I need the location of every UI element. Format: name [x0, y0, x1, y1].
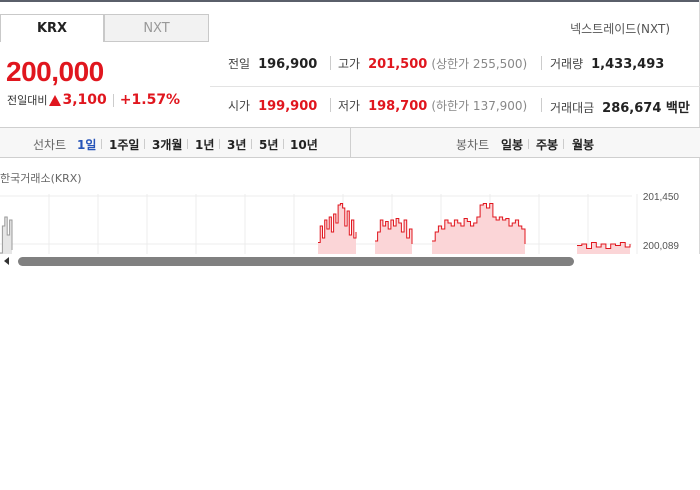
candle-monthly[interactable]: 월봉: [572, 136, 594, 153]
stat-trade-amount: 거래대금 286,674 백만: [550, 97, 690, 116]
top-border: [0, 0, 700, 2]
divider: [528, 139, 529, 149]
period-1w[interactable]: 1주일: [109, 136, 139, 153]
tab-krx[interactable]: KRX: [0, 14, 104, 42]
divider: [219, 139, 220, 149]
y-tick-label-high: 201,450: [643, 192, 680, 203]
line-chart-label: 선차트: [33, 138, 67, 152]
period-5y[interactable]: 5년: [259, 136, 278, 153]
stat-label: 거래량: [550, 57, 584, 71]
divider: [187, 139, 188, 149]
change-percent: +1.57%: [119, 92, 181, 108]
stat-value: 1,433,493: [591, 57, 665, 72]
stat-label: 거래대금: [550, 101, 595, 115]
left-spike-fill: [0, 217, 12, 256]
divider: [563, 139, 564, 149]
change-label: 전일대비: [7, 94, 48, 107]
period-3y[interactable]: 3년: [227, 136, 246, 153]
intraday-chart: 201,450 200,089: [0, 186, 700, 256]
up-triangle-icon: [49, 94, 62, 106]
chart-svg: 201,450 200,089: [0, 192, 680, 256]
divider: [101, 139, 102, 149]
candle-weekly[interactable]: 주봉: [536, 136, 558, 153]
candle-chart-label: 봉차트: [456, 138, 490, 152]
stat-value: 198,700: [368, 99, 428, 114]
stat-note: (하한가 137,900): [431, 99, 528, 113]
price-segment-2-fill: [432, 203, 525, 256]
stat-note: (상한가 255,500): [431, 57, 528, 71]
divider: [283, 139, 284, 149]
divider: [330, 98, 331, 112]
scroll-left-arrow-icon[interactable]: [4, 257, 9, 265]
stat-open: 시가 199,900: [228, 97, 317, 114]
divider: [541, 56, 542, 70]
chart-toolbar: 선차트 1일 1주일 3개월 1년 3년 5년 10년 봉차트 일봉 주봉 월봉: [0, 127, 700, 158]
change-amount: 3,100: [62, 92, 107, 108]
stat-low: 저가 198,700 (하한가 137,900): [338, 97, 527, 114]
toolbar-divider: [350, 128, 351, 158]
candle-daily[interactable]: 일봉: [501, 136, 523, 153]
stats-row-divider: [210, 86, 700, 87]
tab-nxt[interactable]: NXT: [104, 14, 209, 42]
period-10y[interactable]: 10년: [290, 136, 318, 153]
price-segment-0-fill: [318, 203, 356, 256]
divider: [330, 56, 331, 70]
stat-volume: 거래량 1,433,493: [550, 55, 664, 72]
stat-label: 전일: [228, 57, 251, 71]
stat-value: 196,900: [258, 57, 318, 72]
current-price: 200,000: [6, 56, 104, 87]
chart-source-caption: 한국거래소(KRX): [0, 172, 82, 185]
period-1y[interactable]: 1년: [195, 136, 214, 153]
stat-value: 286,674 백만: [602, 101, 690, 116]
y-tick-label-low: 200,089: [643, 241, 680, 252]
divider: [144, 139, 145, 149]
nextrade-link[interactable]: 넥스트레이드(NXT): [570, 20, 670, 37]
stat-value: 199,900: [258, 99, 318, 114]
divider: [251, 139, 252, 149]
stat-label: 고가: [338, 57, 361, 71]
stat-high: 고가 201,500 (상한가 255,500): [338, 55, 527, 72]
divider: [112, 93, 114, 107]
stat-label: 시가: [228, 99, 251, 113]
stat-prev-close: 전일 196,900: [228, 55, 317, 72]
price-change-row: 전일대비 3,100 +1.57%: [7, 92, 180, 108]
period-3m[interactable]: 3개월: [152, 136, 182, 153]
divider: [541, 98, 542, 112]
period-1d[interactable]: 1일: [77, 136, 96, 153]
stat-label: 저가: [338, 99, 361, 113]
scrollbar-thumb[interactable]: [18, 257, 574, 266]
stat-value: 201,500: [368, 57, 428, 72]
